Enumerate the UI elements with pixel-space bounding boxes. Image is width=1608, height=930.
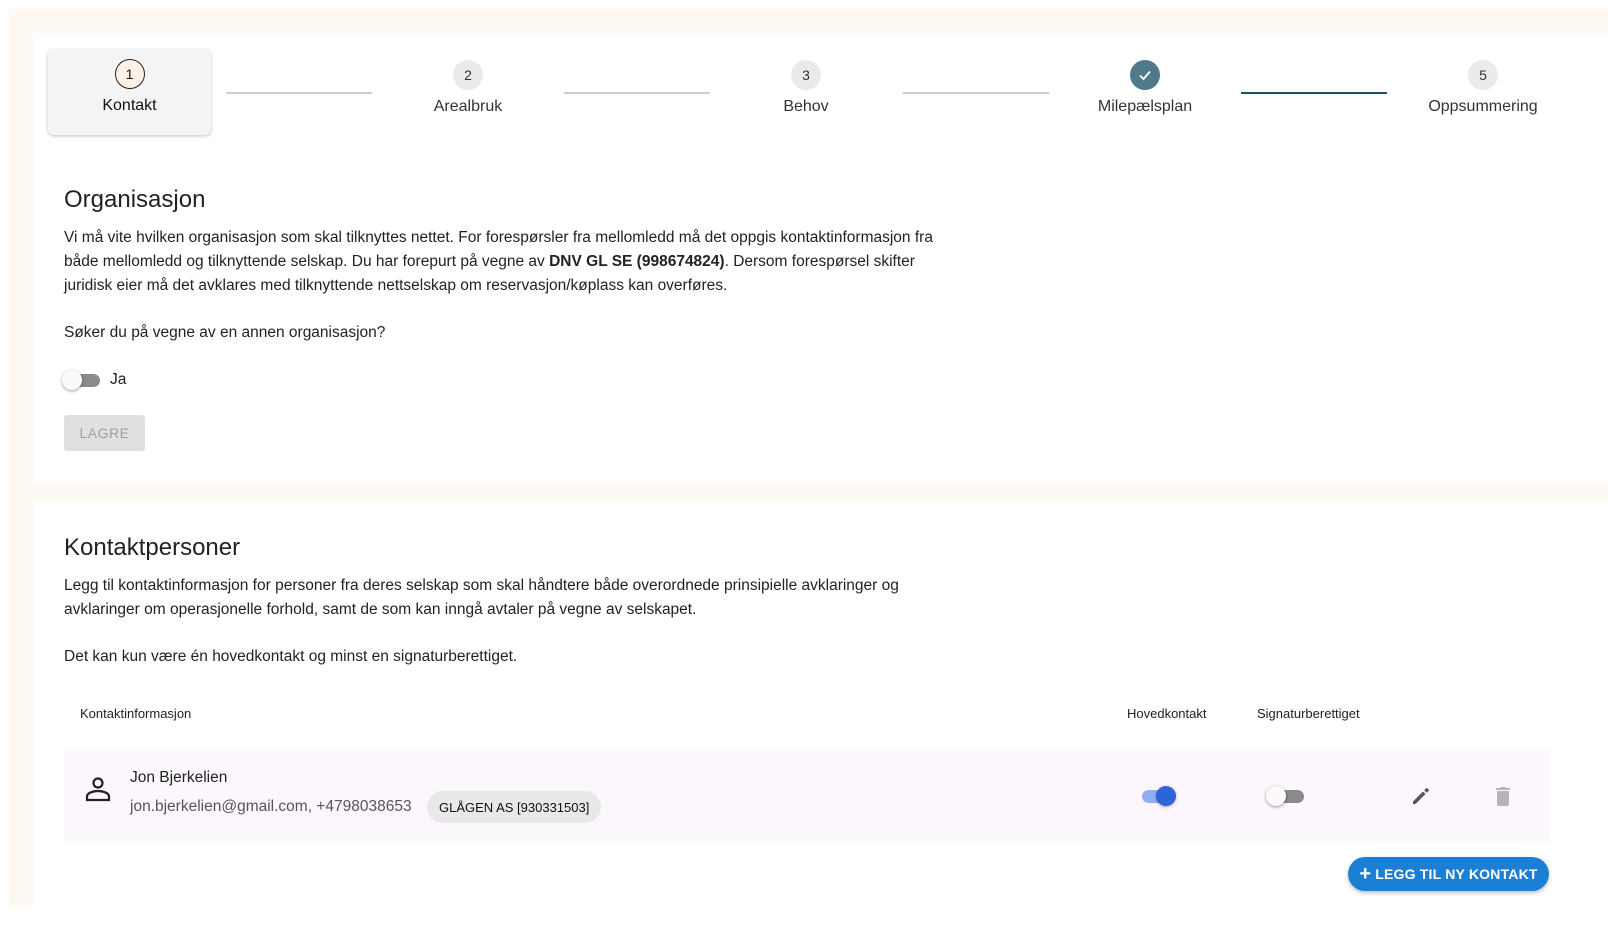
organisation-description: Vi må vite hvilken organisasjon som skal… <box>64 226 959 298</box>
step-number: 5 <box>1468 60 1498 90</box>
toggle-thumb <box>1266 786 1286 806</box>
save-button[interactable]: LAGRE <box>64 415 145 451</box>
contacts-rule: Det kan kun være én hovedkontakt og mins… <box>64 648 518 665</box>
column-header-main: Hovedkontakt <box>1127 706 1207 721</box>
step-number: 1 <box>114 59 145 89</box>
delete-icon[interactable] <box>1493 785 1513 812</box>
step-arealbruk[interactable]: 2 Arealbruk <box>398 60 538 116</box>
step-label: Behov <box>783 98 829 115</box>
toggle-label: Ja <box>110 371 127 388</box>
contacts-description: Legg til kontaktinformasjon for personer… <box>64 577 899 618</box>
step-label: Oppsummering <box>1428 98 1538 115</box>
step-connector <box>1241 92 1387 94</box>
step-number: 2 <box>453 60 483 90</box>
add-contact-button[interactable]: + LEGG TIL NY KONTAKT <box>1348 857 1549 891</box>
check-icon <box>1130 60 1160 90</box>
contact-name: Jon Bjerkelien <box>130 769 228 786</box>
toggle-thumb <box>62 370 82 390</box>
column-header-info: Kontaktinformasjon <box>80 706 192 721</box>
edit-icon[interactable] <box>1411 786 1431 811</box>
organisation-question: Søker du på vegne av en annen organisasj… <box>64 324 386 341</box>
organisation-title: Organisasjon <box>64 186 206 213</box>
company-chip: GLÅGEN AS [930331503] <box>427 791 602 823</box>
step-number: 3 <box>791 60 821 90</box>
other-organisation-toggle[interactable] <box>62 370 100 390</box>
person-icon <box>84 775 112 808</box>
organisation-name: DNV GL SE (998674824) <box>549 253 725 270</box>
step-label: Kontakt <box>102 97 157 114</box>
toggle-thumb <box>1156 786 1176 806</box>
contact-details: jon.bjerkelien@gmail.com, +4798038653 <box>130 798 412 815</box>
signature-toggle[interactable] <box>1266 786 1304 806</box>
step-connector <box>564 92 710 94</box>
contacts-title: Kontaktpersoner <box>64 534 241 561</box>
main-contact-toggle[interactable] <box>1138 786 1176 806</box>
step-milepaelsplan[interactable]: Milepælsplan <box>1075 60 1215 116</box>
step-oppsummering[interactable]: 5 Oppsummering <box>1413 60 1553 116</box>
column-header-signature: Signaturberettiget <box>1257 706 1360 721</box>
step-label: Milepælsplan <box>1097 98 1193 115</box>
step-connector <box>226 92 372 94</box>
contacts-card <box>33 500 1608 910</box>
step-connector <box>903 92 1049 94</box>
add-contact-label: LEGG TIL NY KONTAKT <box>1375 866 1538 882</box>
step-behov[interactable]: 3 Behov <box>736 60 876 116</box>
plus-icon: + <box>1359 863 1372 885</box>
step-kontakt[interactable]: 1 Kontakt <box>48 49 211 135</box>
step-label: Arealbruk <box>433 98 503 115</box>
